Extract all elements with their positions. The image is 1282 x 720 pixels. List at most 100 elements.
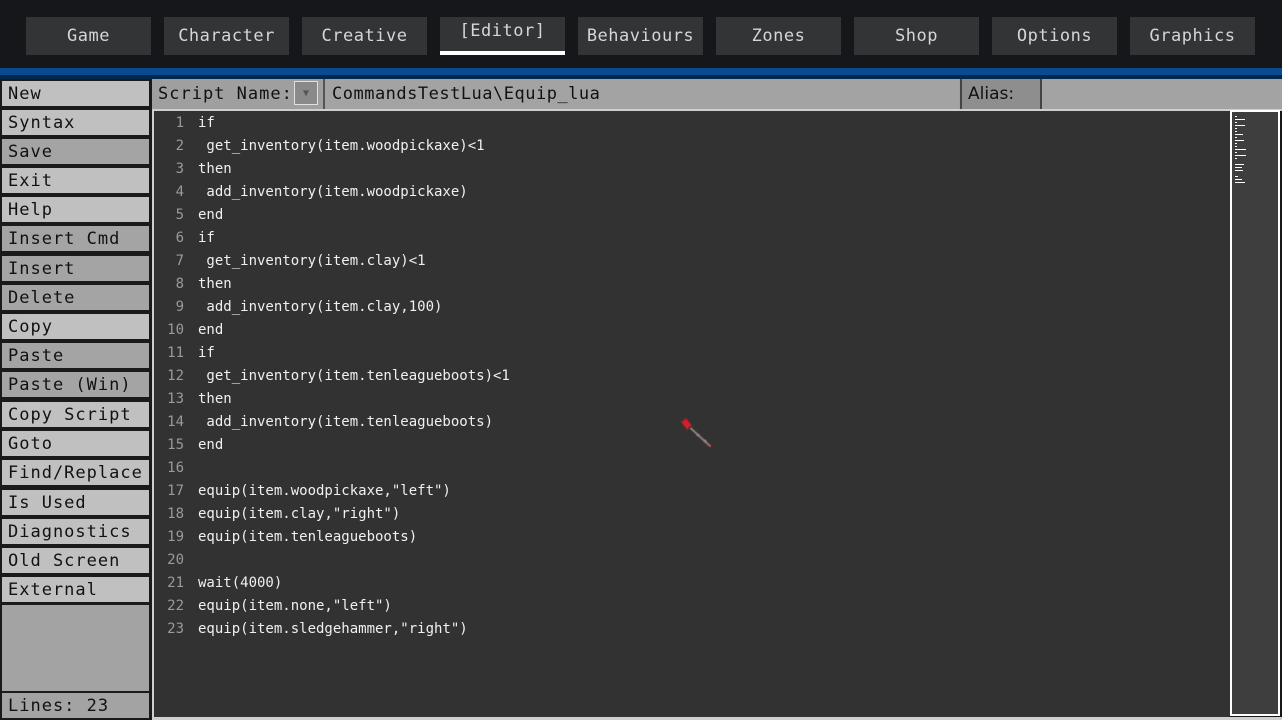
code-text: end bbox=[198, 436, 224, 453]
code-text: then bbox=[198, 275, 232, 292]
copy-script-button[interactable]: Copy Script bbox=[2, 402, 149, 429]
diagnostics-button[interactable]: Diagnostics bbox=[2, 519, 149, 546]
delete-button[interactable]: Delete bbox=[2, 285, 149, 312]
insert-button[interactable]: Insert bbox=[2, 256, 149, 283]
minimap-line bbox=[1235, 134, 1243, 135]
triangle-down-icon: ▼ bbox=[302, 87, 310, 99]
minimap-line bbox=[1235, 164, 1244, 165]
is-used-button[interactable]: Is Used bbox=[2, 490, 149, 517]
minimap-line bbox=[1235, 152, 1237, 153]
alias-field[interactable] bbox=[1042, 79, 1282, 109]
code-line[interactable]: 22 equip(item.none,"left") bbox=[154, 594, 1224, 617]
code-text: equip(item.clay,"right") bbox=[198, 505, 401, 522]
goto-button[interactable]: Goto bbox=[2, 431, 149, 458]
line-number: 22 bbox=[167, 597, 184, 614]
code-line[interactable]: 20 bbox=[154, 548, 1224, 571]
script-header: Script Name: ▼ CommandsTestLua\Equip_lua… bbox=[152, 79, 1282, 111]
exit-button[interactable]: Exit bbox=[2, 168, 149, 195]
tab-shop[interactable]: Shop bbox=[854, 17, 979, 55]
code-text: equip(item.sledgehammer,"right") bbox=[198, 620, 468, 637]
paste-win-button[interactable]: Paste (Win) bbox=[2, 372, 149, 399]
line-number: 11 bbox=[167, 344, 184, 361]
minimap-line bbox=[1235, 158, 1237, 159]
minimap-line bbox=[1235, 143, 1237, 144]
script-name-label-text: Script Name: bbox=[158, 84, 293, 104]
code-line[interactable]: 7 get_inventory(item.clay)<1 bbox=[154, 249, 1224, 272]
syntax-button[interactable]: Syntax bbox=[2, 110, 149, 137]
line-number: 3 bbox=[175, 160, 184, 177]
code-minimap[interactable] bbox=[1230, 110, 1280, 716]
tab-zones[interactable]: Zones bbox=[716, 17, 841, 55]
minimap-line bbox=[1235, 146, 1237, 147]
minimap-line bbox=[1235, 131, 1237, 132]
code-line[interactable]: 21 wait(4000) bbox=[154, 571, 1224, 594]
code-line[interactable]: 1 if bbox=[154, 111, 1224, 134]
minimap-line bbox=[1235, 137, 1237, 138]
minimap-line bbox=[1235, 167, 1242, 168]
code-line[interactable]: 8 then bbox=[154, 272, 1224, 295]
tab-behaviours[interactable]: Behaviours bbox=[578, 17, 703, 55]
insert-cmd-button[interactable]: Insert Cmd bbox=[2, 226, 149, 253]
minimap-line bbox=[1235, 170, 1243, 171]
old-screen-button[interactable]: Old Screen bbox=[2, 548, 149, 575]
tab-editor[interactable]: [Editor] bbox=[440, 17, 565, 55]
code-text: end bbox=[198, 206, 224, 223]
line-number: 10 bbox=[167, 321, 184, 338]
new-button[interactable]: New bbox=[2, 81, 149, 108]
divider-bar bbox=[0, 68, 1282, 75]
tab-game[interactable]: Game bbox=[26, 17, 151, 55]
code-text: if bbox=[198, 229, 215, 246]
tab-graphics[interactable]: Graphics bbox=[1130, 17, 1255, 55]
minimap-line bbox=[1235, 116, 1237, 117]
code-text: add_inventory(item.tenleagueboots) bbox=[198, 413, 494, 430]
code-line[interactable]: 5 end bbox=[154, 203, 1224, 226]
code-text: add_inventory(item.woodpickaxe) bbox=[198, 183, 468, 200]
find-replace-button[interactable]: Find/Replace bbox=[2, 460, 149, 487]
code-line[interactable]: 9 add_inventory(item.clay,100) bbox=[154, 295, 1224, 318]
top-nav-bar: Game Character Creative [Editor] Behavio… bbox=[0, 0, 1282, 68]
minimap-line bbox=[1235, 149, 1246, 150]
line-number: 14 bbox=[167, 413, 184, 430]
minimap-line bbox=[1235, 140, 1244, 141]
code-text: get_inventory(item.clay)<1 bbox=[198, 252, 426, 269]
script-dropdown-button[interactable]: ▼ bbox=[294, 81, 318, 105]
code-text: if bbox=[198, 114, 215, 131]
code-line[interactable]: 13 then bbox=[154, 387, 1224, 410]
minimap-line bbox=[1235, 122, 1237, 123]
script-name-field[interactable]: CommandsTestLua\Equip_lua bbox=[323, 79, 959, 109]
code-line[interactable]: 10 end bbox=[154, 318, 1224, 341]
line-number: 19 bbox=[167, 528, 184, 545]
tab-options[interactable]: Options bbox=[992, 17, 1117, 55]
line-count: Lines: 23 bbox=[2, 691, 149, 718]
code-line[interactable]: 6 if bbox=[154, 226, 1224, 249]
paste-button[interactable]: Paste bbox=[2, 343, 149, 370]
code-text: wait(4000) bbox=[198, 574, 283, 591]
code-line[interactable]: 16 bbox=[154, 456, 1224, 479]
minimap-line bbox=[1235, 128, 1237, 129]
editor-sidebar: New Syntax Save Exit Help Insert Cmd Ins… bbox=[0, 79, 152, 720]
minimap-line bbox=[1235, 155, 1246, 156]
minimap-line bbox=[1235, 125, 1245, 126]
minimap-line bbox=[1235, 179, 1242, 180]
minimap-line bbox=[1235, 176, 1238, 177]
code-line[interactable]: 12 get_inventory(item.tenleagueboots)<1 bbox=[154, 364, 1224, 387]
code-line[interactable]: 3 then bbox=[154, 157, 1224, 180]
code-line[interactable]: 17 equip(item.woodpickaxe,"left") bbox=[154, 479, 1224, 502]
minimap-line bbox=[1235, 119, 1245, 120]
code-line[interactable]: 18 equip(item.clay,"right") bbox=[154, 502, 1224, 525]
code-text: add_inventory(item.clay,100) bbox=[198, 298, 443, 315]
code-line[interactable]: 4 add_inventory(item.woodpickaxe) bbox=[154, 180, 1224, 203]
tab-creative[interactable]: Creative bbox=[302, 17, 427, 55]
line-number: 8 bbox=[175, 275, 184, 292]
tab-character[interactable]: Character bbox=[164, 17, 289, 55]
help-button[interactable]: Help bbox=[2, 197, 149, 224]
line-number: 5 bbox=[175, 206, 184, 223]
code-line[interactable]: 11 if bbox=[154, 341, 1224, 364]
save-button[interactable]: Save bbox=[2, 139, 149, 166]
code-line[interactable]: 23 equip(item.sledgehammer,"right") bbox=[154, 617, 1224, 640]
line-number: 18 bbox=[167, 505, 184, 522]
external-button[interactable]: External bbox=[2, 577, 149, 604]
copy-button[interactable]: Copy bbox=[2, 314, 149, 341]
code-line[interactable]: 19 equip(item.tenleagueboots) bbox=[154, 525, 1224, 548]
code-line[interactable]: 2 get_inventory(item.woodpickaxe)<1 bbox=[154, 134, 1224, 157]
